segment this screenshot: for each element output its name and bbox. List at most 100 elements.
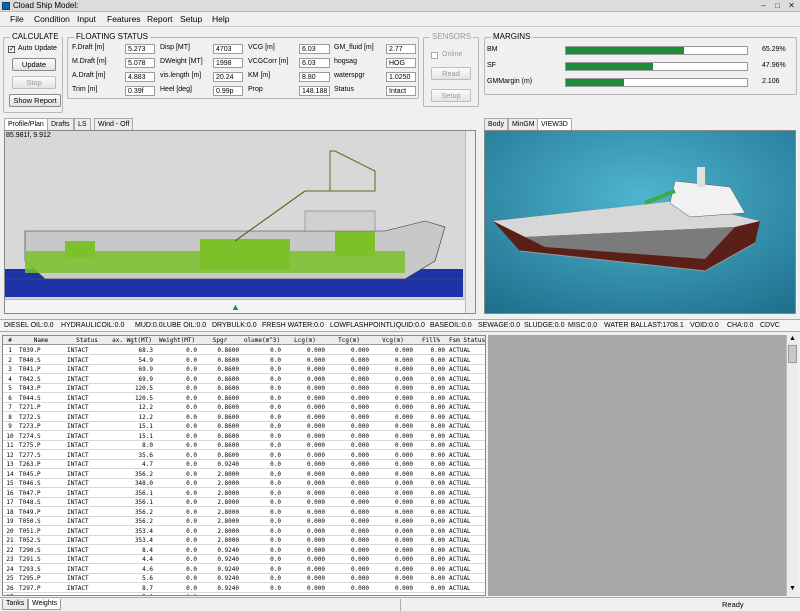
menu-help[interactable]: Help: [212, 14, 229, 24]
table-row[interactable]: 10 T274.S INTACT 15.1 0.0 0.8600 0.0 0.000 0.000…: [3, 432, 485, 441]
close-button[interactable]: ✕: [786, 1, 797, 10]
col-lcg[interactable]: Lcg(m): [283, 336, 327, 345]
cell-status: INTACT: [67, 499, 89, 506]
cell-index: 12: [6, 451, 14, 459]
col-vcg[interactable]: Vcg(m): [371, 336, 415, 345]
profile-view[interactable]: 85.981f, 9.912 ▲: [4, 130, 476, 314]
cat-cdvc[interactable]: CDVC: [760, 322, 780, 329]
cat-hydraulic-oil[interactable]: HYDRAULICOIL:0.0: [61, 322, 124, 329]
table-row[interactable]: 8 T272.S INTACT 12.2 0.0 0.8600 0.0 0.000 0.000 0…: [3, 413, 485, 422]
view3d-pane[interactable]: [484, 130, 796, 314]
table-row[interactable]: 6 T044.S INTACT 120.5 0.0 0.8600 0.0 0.000 0.000…: [3, 394, 485, 403]
maximize-button[interactable]: □: [772, 1, 783, 10]
table-row[interactable]: 11 T275.P INTACT 8.0 0.0 0.8600 0.0 0.000 0.000 0…: [3, 441, 485, 450]
col-tcg[interactable]: Tcg(m): [327, 336, 371, 345]
auto-update-checkbox[interactable]: ✓: [8, 46, 15, 53]
cat-sludge[interactable]: SLUDGE:0.0: [524, 322, 564, 329]
table-row[interactable]: 7 T271.P INTACT 12.2 0.0 0.8600 0.0 0.000 0.000 0…: [3, 403, 485, 412]
table-row[interactable]: 16 T047.P INTACT 356.1 0.0 2.8000 0.0 0.000 0.00…: [3, 489, 485, 498]
col-fill[interactable]: Fill%: [415, 336, 447, 345]
tab-mingm[interactable]: MinGM: [508, 118, 539, 130]
cell-fill: 0.00: [430, 451, 445, 459]
menu-setup[interactable]: Setup: [180, 14, 202, 24]
cat-cha[interactable]: CHA:0.0: [727, 322, 753, 329]
tab-ls[interactable]: LS: [74, 118, 91, 130]
table-row[interactable]: 26 T297.P INTACT 8.7 0.0 0.9240 0.0 0.000 0.000 0…: [3, 584, 485, 593]
scroll-thumb[interactable]: [788, 345, 797, 363]
table-row[interactable]: 25 T295.P INTACT 5.6 0.0 0.9240 0.0 0.000 0.000 0…: [3, 574, 485, 583]
table-row[interactable]: 15 T046.S INTACT 348.0 0.0 2.8000 0.0 0.000 0.00…: [3, 479, 485, 488]
col-name[interactable]: Name: [17, 336, 65, 345]
table-row[interactable]: 17 T048.S INTACT 356.1 0.0 2.8000 0.0 0.000 0.00…: [3, 498, 485, 507]
cat-void[interactable]: VOID:0.0: [690, 322, 719, 329]
table-row[interactable]: 21 T052.S INTACT 353.4 0.0 2.8000 0.0 0.000 0.00…: [3, 536, 485, 545]
table-vscroll[interactable]: ▲ ▼: [786, 335, 798, 596]
cat-mud[interactable]: MUD:0.0: [135, 322, 163, 329]
calculate-group: CALCULATE ✓ Auto Update Update Stop Show…: [3, 32, 63, 113]
col-spgr[interactable]: Spgr: [199, 336, 241, 345]
scroll-marker-icon[interactable]: ▲: [231, 302, 240, 312]
table-row[interactable]: 13 T263.P INTACT 4.7 0.0 0.9240 0.0 0.000 0.000 0…: [3, 460, 485, 469]
cat-fresh-water[interactable]: FRESH WATER:0.0: [262, 322, 324, 329]
minimize-button[interactable]: –: [758, 1, 769, 10]
profile-vscroll[interactable]: [465, 131, 475, 313]
table-row[interactable]: 18 T049.P INTACT 356.2 0.0 2.8000 0.0 0.000 0.00…: [3, 508, 485, 517]
tab-body[interactable]: Body: [484, 118, 508, 130]
cell-max-weight: 353.4: [134, 527, 153, 535]
cat-water-ballast[interactable]: WATER BALLAST:1708.1: [604, 322, 684, 329]
scroll-up-icon[interactable]: ▲: [789, 335, 796, 342]
update-button[interactable]: Update: [12, 58, 56, 71]
profile-hscroll[interactable]: ▲: [5, 299, 465, 313]
menu-file[interactable]: File: [10, 14, 24, 24]
col-index[interactable]: #: [3, 336, 17, 345]
sensor-setup-button[interactable]: Setup: [431, 89, 471, 102]
table-row[interactable]: 3 T041.P INTACT 69.9 0.0 0.8600 0.0 0.000 0.000 0…: [3, 365, 485, 374]
tab-weights[interactable]: Weights: [28, 599, 62, 610]
col-weight[interactable]: Weight(MT): [155, 336, 199, 345]
cat-lube-oil[interactable]: LUBE OIL:0.0: [163, 322, 206, 329]
cat-misc[interactable]: MISC:0.0: [568, 322, 597, 329]
cat-sewage[interactable]: SEWAGE:0.0: [478, 322, 520, 329]
table-row[interactable]: 19 T050.S INTACT 356.2 0.0 2.8000 0.0 0.000 0.00…: [3, 517, 485, 526]
table-row[interactable]: 27 5.6 0.0: [3, 593, 485, 595]
scroll-down-icon[interactable]: ▼: [789, 585, 796, 592]
online-checkbox[interactable]: [431, 52, 438, 59]
table-row[interactable]: 20 T051.P INTACT 353.4 0.0 2.8000 0.0 0.000 0.00…: [3, 527, 485, 536]
cell-volume: 0.0: [270, 423, 281, 430]
cell-index: 9: [8, 423, 12, 430]
tab-tanks[interactable]: Tanks: [2, 599, 29, 610]
table-row[interactable]: 4 T042.S INTACT 69.9 0.0 0.8600 0.0 0.000 0.000 0…: [3, 375, 485, 384]
cat-baseoil[interactable]: BASEOIL:0.0: [430, 322, 472, 329]
cell-spgr: 0.8600: [217, 394, 239, 402]
menu-report[interactable]: Report: [147, 14, 173, 24]
col-max-weight[interactable]: ax. Wgt(MT): [109, 336, 155, 345]
stop-button[interactable]: Stop: [12, 76, 56, 89]
show-report-button[interactable]: Show Report: [9, 94, 61, 107]
table-row[interactable]: 5 T043.P INTACT 120.5 0.0 0.8600 0.0 0.000 0.000…: [3, 384, 485, 393]
tab-wind-off[interactable]: Wind - Off: [94, 118, 134, 130]
tab-profile-plan[interactable]: Profile/Plan: [4, 118, 48, 130]
table-row[interactable]: 24 T293.S INTACT 4.6 0.0 0.9240 0.0 0.000 0.000 0…: [3, 565, 485, 574]
col-volume[interactable]: olume(m^3): [241, 336, 283, 345]
menu-input[interactable]: Input: [77, 14, 96, 24]
col-fsm-status[interactable]: Fsm Status: [447, 336, 485, 345]
cell-max-weight: 356.1: [134, 489, 153, 497]
col-status[interactable]: Status: [65, 336, 109, 345]
cell-fsm-status: ACTUAL: [449, 461, 471, 468]
cat-drybulk[interactable]: DRYBULK:0.0: [212, 322, 257, 329]
tab-drafts[interactable]: Drafts: [47, 118, 74, 130]
menu-features[interactable]: Features: [107, 14, 141, 24]
tab-view3d[interactable]: VIEW3D: [537, 118, 572, 130]
menu-condition[interactable]: Condition: [34, 14, 70, 24]
table-row[interactable]: 9 T273.P INTACT 15.1 0.0 0.8600 0.0 0.000 0.000 0…: [3, 422, 485, 431]
table-row[interactable]: 1 T039.P INTACT 68.3 0.0 0.8600 0.0 0.000 0.000 0…: [3, 346, 485, 355]
table-row[interactable]: 14 T045.P INTACT 356.2 0.0 2.8000 0.0 0.000 0.00…: [3, 470, 485, 479]
cell-spgr: 2.8000: [217, 499, 239, 506]
table-row[interactable]: 2 T040.S INTACT 54.9 0.0 0.8600 0.0 0.000 0.000 0…: [3, 356, 485, 365]
table-row[interactable]: 23 T291.S INTACT 4.4 0.0 0.9240 0.0 0.000 0.000 0…: [3, 555, 485, 564]
cat-low-flashpoint[interactable]: LOWFLASHPOINTLIQUID:0.0: [330, 322, 425, 329]
read-button[interactable]: Read: [431, 67, 471, 80]
table-row[interactable]: 12 T277.S INTACT 35.6 0.0 0.8600 0.0 0.000 0.000…: [3, 451, 485, 460]
cat-diesel-oil[interactable]: DIESEL OIL:0.0: [4, 322, 54, 329]
table-row[interactable]: 22 T290.S INTACT 8.4 0.0 0.9240 0.0 0.000 0.000 0…: [3, 546, 485, 555]
